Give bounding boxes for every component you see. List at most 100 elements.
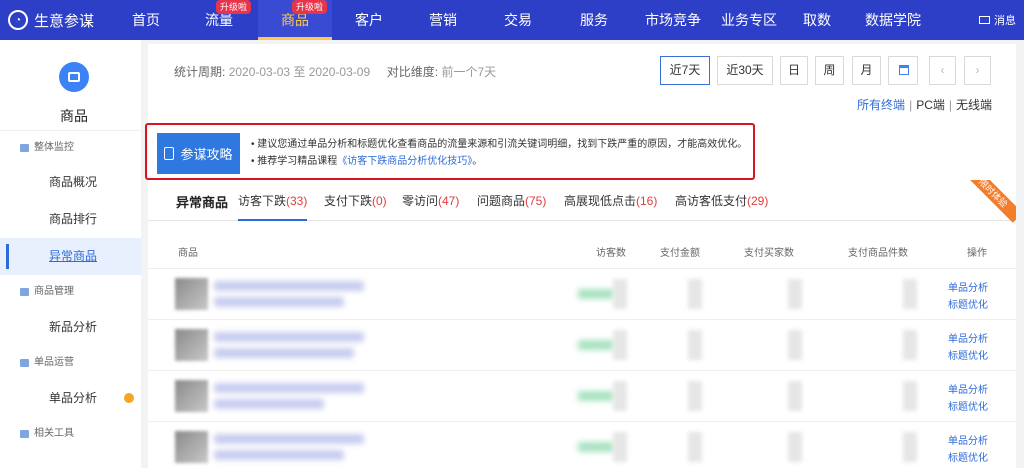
nav-item-label: 取数 [803,12,831,28]
chevron-right-icon: › [975,63,980,77]
sidebar-item-new-product-analysis[interactable]: 新品分析 [0,309,141,346]
tab-label: 高访客低支付 [675,194,748,208]
product-thumbnail [175,278,208,310]
range-7days-button[interactable]: 近7天 [660,56,710,85]
brand-logo-icon: ◔ [8,10,28,30]
single-product-analysis-link[interactable]: 单品分析 [948,279,988,294]
sidebar-item-label: 商品概况 [49,175,98,189]
sidebar-item-abnormal-products[interactable]: 异常商品 [0,238,141,275]
shopping-bag-icon [59,62,89,92]
hint-line-2: • 推荐学习精品课程《访客下跌商品分析优化技巧》。 [251,153,747,170]
redacted-value [688,381,702,411]
range-day-button[interactable]: 日 [780,56,808,85]
col-paid-items[interactable]: 支付商品件数 [848,244,908,259]
upgrade-badge: 升级啦 [292,0,328,14]
nav-item-customer[interactable]: 客户 [338,0,400,40]
messages-button[interactable]: 消息 [979,0,1016,40]
sidebar-group-related-tools: 相关工具 [0,417,141,451]
col-paying-buyers[interactable]: 支付买家数 [744,244,794,259]
messages-label: 消息 [994,15,1016,27]
title-optimization-link[interactable]: 标题优化 [948,449,988,464]
col-payment-amount[interactable]: 支付金额 [660,244,700,259]
range-month-button[interactable]: 月 [852,56,881,85]
calendar-button[interactable] [888,56,918,85]
single-product-analysis-link[interactable]: 单品分析 [948,330,988,345]
strategy-hint-panel: 参谋攻略 • 建议您通过单品分析和标题优化查看商品的流量来源和引流关键词明细，找… [145,118,1016,180]
table-row: 单品分析 标题优化 [148,268,1016,319]
brand-logo[interactable]: ◔ 生意参谋 [8,0,94,40]
next-period-button[interactable]: › [964,56,991,85]
nav-item-label: 流量 [205,12,233,28]
redacted-product-title [214,332,364,342]
terminal-all[interactable]: 所有终端 [857,98,905,112]
tab-zero-visits[interactable]: 零访问(47) [402,192,459,221]
tab-high-impression-low-click[interactable]: 高展现低点击(16) [564,192,657,221]
tab-high-visitor-low-payment[interactable]: 高访客低支付(29) [675,192,768,221]
chevron-left-icon: ‹ [940,63,945,77]
envelope-icon [979,16,990,24]
period-info: 统计周期: 2020-03-03 至 2020-03-09 对比维度: 前一个7… [174,63,496,80]
product-thumbnail [175,329,208,361]
sidebar-group-overall-monitor: 整体监控 [0,130,141,164]
range-30days-button[interactable]: 近30天 [717,56,773,85]
nav-item-trade[interactable]: 交易 [487,0,549,40]
redacted-product-title [214,399,324,409]
compare-label: 对比维度: [386,65,439,79]
nav-item-product[interactable]: 商品 升级啦 [258,0,332,40]
redacted-value [788,330,802,360]
nav-item-marketing[interactable]: 营销 [412,0,474,40]
sidebar-item-product-overview[interactable]: 商品概况 [0,164,141,201]
col-product: 商品 [178,248,198,259]
tab-payment-drop[interactable]: 支付下跌(0) [324,192,387,221]
terminal-wireless[interactable]: 无线端 [956,98,992,112]
redacted-product-title [214,434,364,444]
redacted-value [578,442,614,452]
hint-line-2-prefix: • 推荐学习精品课程 [251,156,338,167]
nav-item-traffic[interactable]: 流量 升级啦 [186,0,252,40]
tab-count: (33) [286,194,308,208]
redacted-value [903,432,917,462]
nav-item-label: 数据学院 [865,12,921,28]
redacted-value [688,330,702,360]
col-visitors[interactable]: 访客数 [596,244,626,259]
sidebar-item-single-product-analysis[interactable]: 单品分析 [0,380,141,417]
nav-item-data-fetch[interactable]: 取数 [792,0,842,40]
redacted-value [903,381,917,411]
range-week-button[interactable]: 周 [815,56,844,85]
redacted-product-title [214,348,354,358]
title-optimization-link[interactable]: 标题优化 [948,296,988,311]
single-product-analysis-link[interactable]: 单品分析 [948,381,988,396]
notification-dot [124,393,134,403]
tab-problem-products[interactable]: 问题商品(75) [477,192,546,221]
sidebar-item-product-ranking[interactable]: 商品排行 [0,201,141,238]
redacted-value [578,340,614,350]
sidebar-title: 商品 [60,108,88,124]
sidebar-group-single-product-ops: 单品运营 [0,346,141,380]
prev-period-button[interactable]: ‹ [929,56,956,85]
top-navigation-bar: ◔ 生意参谋 首页 流量 升级啦 商品 升级啦 客户 营销 交易 服务 市场竞争 业… [0,0,1024,40]
tab-label: 支付下跌 [324,194,373,208]
nav-item-market-competition[interactable]: 市场竞争 [636,0,710,40]
nav-item-label: 客户 [355,12,383,28]
nav-item-data-academy[interactable]: 数据学院 [858,0,928,40]
title-optimization-link[interactable]: 标题优化 [948,398,988,413]
title-optimization-link[interactable]: 标题优化 [948,347,988,362]
sidebar-group-product-management: 商品管理 [0,275,141,309]
course-link[interactable]: 《访客下跌商品分析优化技巧》 [337,156,472,167]
tab-visitor-drop[interactable]: 访客下跌(33) [238,192,308,221]
table-row: 单品分析 标题优化 [148,319,1016,370]
tab-count: (29) [747,194,769,208]
redacted-value [578,391,614,401]
nav-item-home[interactable]: 首页 [118,0,174,40]
terminal-pc[interactable]: PC端 [916,98,945,112]
single-product-analysis-link[interactable]: 单品分析 [948,432,988,447]
sidebar-group-label: 商品管理 [34,286,74,297]
table-header: 商品 访客数 支付金额 支付买家数 支付商品件数 操作 [148,236,1016,266]
strategy-label-text: 参谋攻略 [180,147,233,162]
redacted-product-title [214,450,344,460]
highlight-box: 参谋攻略 • 建议您通过单品分析和标题优化查看商品的流量来源和引流关键词明细，找… [145,123,755,180]
redacted-value [613,432,627,462]
nav-item-service[interactable]: 服务 [563,0,625,40]
upgrade-badge: 升级啦 [216,0,252,14]
nav-item-business-zone[interactable]: 业务专区 [712,0,786,40]
